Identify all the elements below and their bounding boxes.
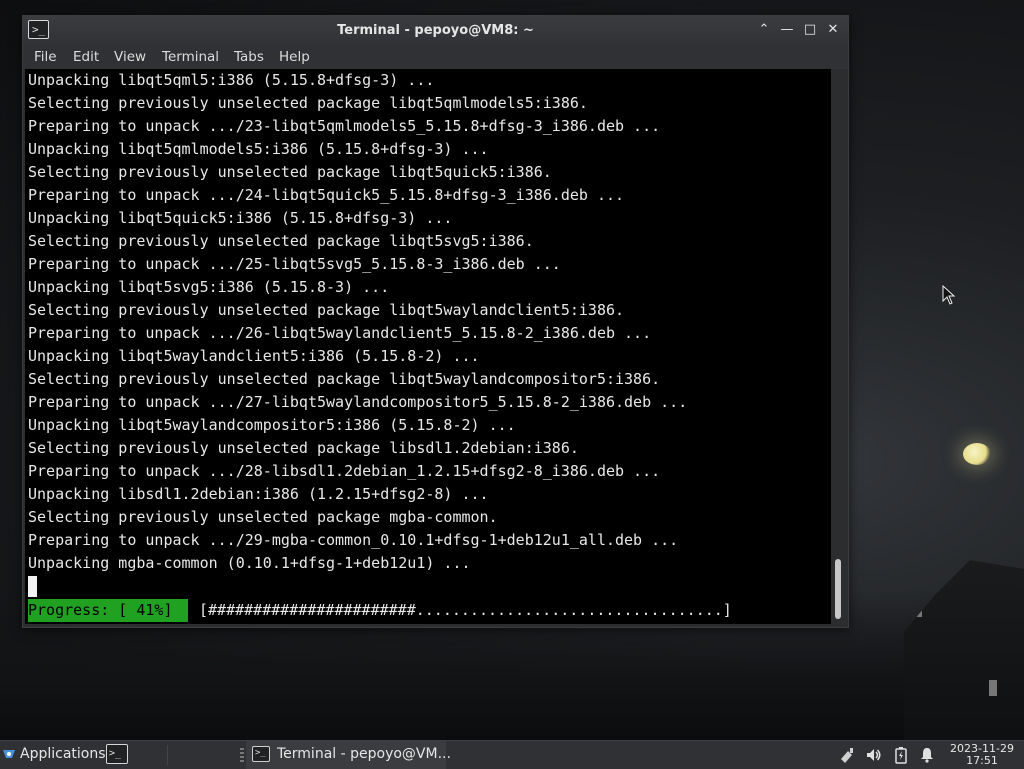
- terminal-line: Unpacking mgba-common (0.10.1+dfsg-1+deb…: [28, 554, 471, 572]
- terminal-line: Unpacking libqt5qmlmodels5:i386 (5.15.8+…: [28, 140, 489, 158]
- menu-file[interactable]: File: [34, 48, 57, 66]
- terminal-line: Preparing to unpack .../24-libqt5quick5_…: [28, 186, 625, 204]
- taskbar-terminal-button[interactable]: >_ Terminal - pepoyo@VM...: [246, 741, 451, 769]
- terminal-line: Selecting previously unselected package …: [28, 370, 661, 388]
- house-window: [989, 680, 997, 696]
- scrollbar-track[interactable]: [831, 69, 848, 624]
- terminal-line: Selecting previously unselected package …: [28, 301, 625, 319]
- clock[interactable]: 2023-11-29 17:51: [944, 743, 1020, 767]
- terminal-line: Unpacking libsdl1.2debian:i386 (1.2.15+d…: [28, 485, 489, 503]
- terminal-line: Preparing to unpack .../27-libqt5wayland…: [28, 393, 688, 411]
- wallpaper-house: [904, 560, 1024, 740]
- menu-tabs[interactable]: Tabs: [234, 48, 264, 66]
- terminal-line: Preparing to unpack .../29-mgba-common_0…: [28, 531, 679, 549]
- menu-view[interactable]: View: [114, 48, 146, 66]
- taskbar: Applications >_ >_ Terminal - pepoyo@VM.…: [0, 740, 1024, 769]
- terminal-line: Preparing to unpack .../28-libsdl1.2debi…: [28, 462, 661, 480]
- terminal-line: Selecting previously unselected package …: [28, 94, 588, 112]
- window-title: Terminal - pepoyo@VM8: ~: [337, 23, 534, 38]
- terminal-line: Preparing to unpack .../25-libqt5svg5_5.…: [28, 255, 561, 273]
- terminal-launcher-icon[interactable]: >_: [106, 744, 128, 764]
- terminal-line: Selecting previously unselected package …: [28, 163, 552, 181]
- window-titlebar[interactable]: >_ Terminal - pepoyo@VM8: ~ ⌃ — □ ✕: [23, 16, 848, 45]
- volume-icon[interactable]: [865, 746, 883, 764]
- minimize-button[interactable]: —: [779, 22, 795, 38]
- menubar: File Edit View Terminal Tabs Help: [23, 45, 848, 69]
- terminal-output[interactable]: Unpacking libqt5qml5:i386 (5.15.8+dfsg-3…: [25, 69, 831, 624]
- applications-label: Applications: [20, 746, 106, 762]
- close-button[interactable]: ✕: [825, 22, 841, 38]
- terminal-line: Unpacking libqt5quick5:i386 (5.15.8+dfsg…: [28, 209, 453, 227]
- battery-icon[interactable]: [892, 746, 910, 764]
- menu-edit[interactable]: Edit: [73, 48, 99, 66]
- progress-label: Progress: [ 41%]: [28, 599, 188, 622]
- notification-bell-icon[interactable]: [918, 746, 936, 764]
- terminal-line: Selecting previously unselected package …: [28, 439, 579, 457]
- tasklist-handle[interactable]: [240, 748, 244, 762]
- terminal-line: Selecting previously unselected package …: [28, 232, 534, 250]
- moon-wallpaper-detail: [963, 443, 991, 465]
- terminal-line: Selecting previously unselected package …: [28, 508, 498, 526]
- terminal-line: Preparing to unpack .../26-libqt5wayland…: [28, 324, 652, 342]
- xfce-logo-icon: [3, 750, 15, 758]
- network-wired-icon[interactable]: [838, 746, 856, 764]
- menu-help[interactable]: Help: [279, 48, 310, 66]
- terminal-task-icon: >_: [252, 746, 270, 762]
- chevron-up-icon[interactable]: ⌃: [756, 22, 772, 38]
- taskbar-separator: [167, 745, 168, 765]
- task-label: Terminal - pepoyo@VM...: [277, 746, 451, 762]
- clock-time: 17:51: [966, 754, 998, 767]
- maximize-button[interactable]: □: [802, 22, 818, 38]
- terminal-line: Preparing to unpack .../23-libqt5qmlmode…: [28, 117, 661, 135]
- applications-menu-button[interactable]: Applications: [0, 741, 106, 769]
- terminal-line: Unpacking libqt5qml5:i386 (5.15.8+dfsg-3…: [28, 71, 435, 89]
- terminal-line: Unpacking libqt5svg5:i386 (5.15.8-3) ...: [28, 278, 390, 296]
- scrollbar-thumb[interactable]: [835, 559, 841, 619]
- text-cursor: [28, 576, 37, 597]
- terminal-line: Unpacking libqt5waylandcompositor5:i386 …: [28, 416, 516, 434]
- terminal-window[interactable]: >_ Terminal - pepoyo@VM8: ~ ⌃ — □ ✕ File…: [22, 15, 849, 628]
- mouse-pointer-icon: [942, 285, 956, 305]
- menu-terminal[interactable]: Terminal: [162, 48, 219, 66]
- progress-bar-text: [#######################................…: [199, 601, 732, 619]
- terminal-line: Unpacking libqt5waylandclient5:i386 (5.1…: [28, 347, 480, 365]
